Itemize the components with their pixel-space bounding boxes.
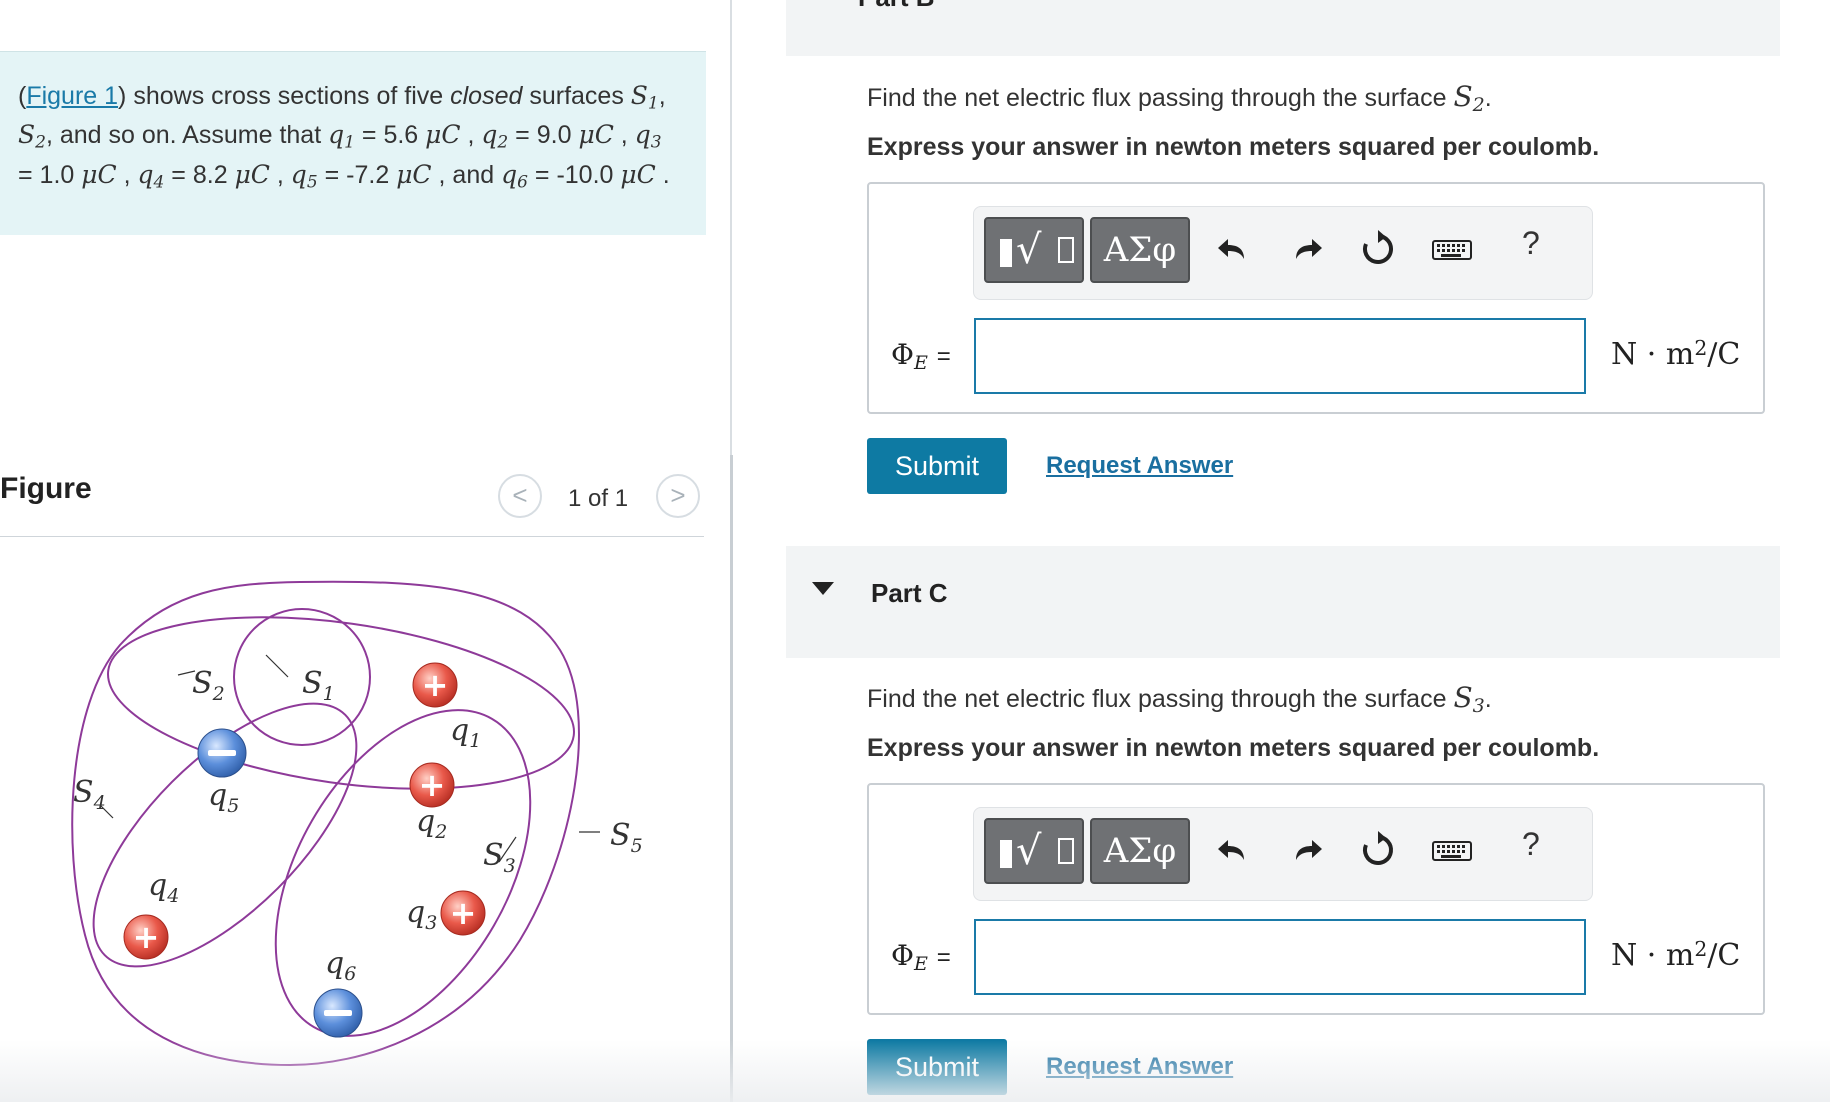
part-c-instruction: Express your answer in newton meters squ… bbox=[867, 734, 1600, 762]
svg-text:+: + bbox=[450, 894, 477, 932]
redo-icon[interactable] bbox=[1286, 830, 1326, 870]
part-b-submit-button[interactable]: Submit bbox=[867, 438, 1007, 494]
math-toolbar: √ ΑΣφ ? bbox=[973, 807, 1593, 901]
label-s4: S4 bbox=[73, 775, 106, 814]
part-c-answer-input[interactable] bbox=[974, 919, 1586, 995]
reset-icon[interactable] bbox=[1358, 229, 1398, 269]
charge-q5-negative bbox=[197, 728, 247, 778]
svg-text:+: + bbox=[422, 666, 449, 704]
charge-q3-positive: + bbox=[440, 890, 486, 936]
charge-q4-positive: + bbox=[123, 914, 169, 960]
redo-icon[interactable] bbox=[1286, 229, 1326, 269]
previous-figure-button[interactable]: < bbox=[498, 474, 542, 518]
label-s2: S2 bbox=[192, 666, 225, 705]
templates-button[interactable]: √ bbox=[984, 217, 1084, 283]
reset-icon[interactable] bbox=[1358, 830, 1398, 870]
part-b-header[interactable] bbox=[786, 0, 1780, 56]
charge-q2-positive: + bbox=[409, 762, 455, 808]
undo-icon[interactable] bbox=[1214, 830, 1254, 870]
label-q4: q4 bbox=[148, 868, 179, 907]
phi-e-label: ΦE = bbox=[891, 338, 951, 374]
problem-statement-box: (Figure 1) shows cross sections of five … bbox=[0, 51, 706, 235]
unit-label: N · m2/C bbox=[1611, 937, 1741, 974]
part-b-question: Find the net electric flux passing throu… bbox=[867, 80, 1492, 116]
scrollbar-track[interactable] bbox=[730, 455, 733, 1102]
next-figure-button[interactable]: > bbox=[656, 474, 700, 518]
greek-symbols-button[interactable]: ΑΣφ bbox=[1090, 818, 1190, 884]
figure-divider bbox=[0, 536, 704, 537]
surface-s4 bbox=[92, 702, 358, 968]
problem-text: (Figure 1) shows cross sections of five … bbox=[18, 81, 670, 192]
charge-q6-negative bbox=[313, 988, 363, 1038]
charge-q1-positive: + bbox=[412, 662, 458, 708]
figure-link[interactable]: Figure 1 bbox=[26, 82, 118, 110]
surface-s2 bbox=[107, 616, 575, 790]
label-s1: S1 bbox=[302, 666, 335, 705]
help-button[interactable]: ? bbox=[1522, 225, 1540, 262]
part-b-instruction: Express your answer in newton meters squ… bbox=[867, 133, 1600, 161]
phi-e-label: ΦE = bbox=[891, 939, 951, 975]
part-c-question: Find the net electric flux passing throu… bbox=[867, 681, 1492, 717]
svg-text:+: + bbox=[133, 918, 160, 956]
part-b-title: Part B bbox=[858, 0, 935, 13]
part-b-answer-box: √ ΑΣφ ? ΦE = N · m2/C bbox=[867, 182, 1765, 414]
keyboard-icon[interactable] bbox=[1432, 830, 1472, 870]
figure-pager-label: 1 of 1 bbox=[568, 485, 629, 512]
label-q3: q3 bbox=[406, 895, 437, 934]
figure-heading: Figure bbox=[0, 472, 92, 505]
label-q6: q6 bbox=[325, 946, 356, 985]
math-toolbar: √ ΑΣφ ? bbox=[973, 206, 1593, 300]
label-q2: q2 bbox=[416, 804, 447, 843]
greek-symbols-button[interactable]: ΑΣφ bbox=[1090, 217, 1190, 283]
part-c-request-answer-link[interactable]: Request Answer bbox=[1046, 1053, 1233, 1081]
label-q5: q5 bbox=[208, 778, 239, 817]
part-c-title: Part C bbox=[871, 578, 948, 608]
keyboard-icon[interactable] bbox=[1432, 229, 1472, 269]
label-q1: q1 bbox=[450, 713, 481, 752]
help-button[interactable]: ? bbox=[1522, 826, 1540, 863]
part-c-answer-box: √ ΑΣφ ? ΦE = N · m2/C bbox=[867, 783, 1765, 1015]
undo-icon[interactable] bbox=[1214, 229, 1254, 269]
label-s5: S5 bbox=[610, 818, 643, 857]
collapse-toggle-icon[interactable] bbox=[812, 582, 834, 595]
part-b-answer-input[interactable] bbox=[974, 318, 1586, 394]
templates-button[interactable]: √ bbox=[984, 818, 1084, 884]
part-c-submit-button[interactable]: Submit bbox=[867, 1039, 1007, 1095]
svg-text:+: + bbox=[419, 766, 446, 804]
gauss-surfaces-figure: S2 S1 S4 S5 S3 + + + + q1 q5 q2 q4 q3 q6 bbox=[71, 580, 643, 1067]
part-b-request-answer-link[interactable]: Request Answer bbox=[1046, 452, 1233, 480]
surface-s3 bbox=[274, 709, 532, 1037]
unit-label: N · m2/C bbox=[1611, 336, 1741, 373]
